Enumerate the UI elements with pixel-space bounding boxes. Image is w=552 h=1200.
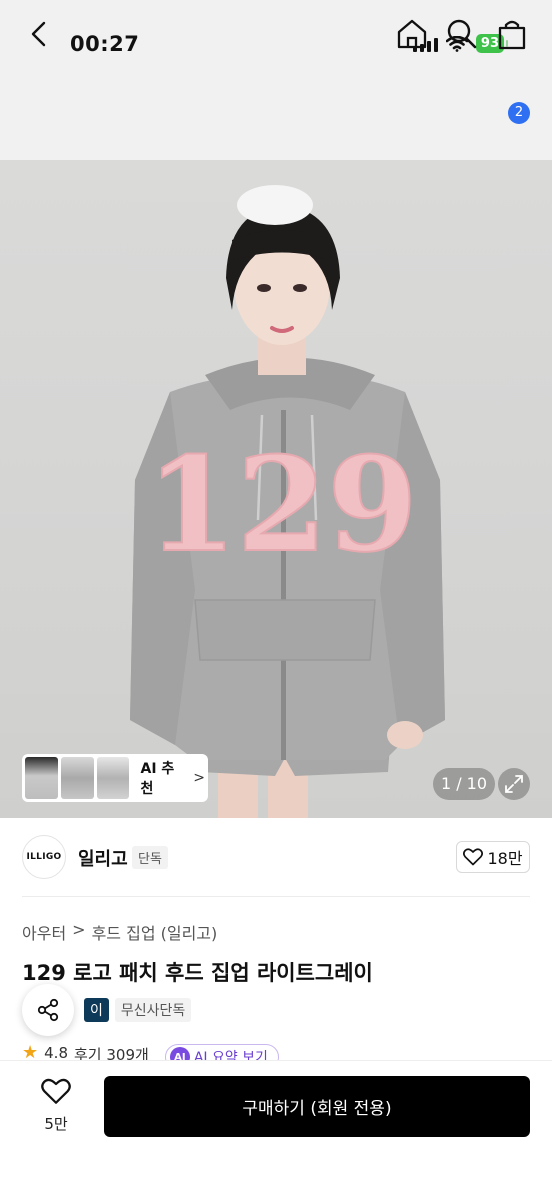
chevron-right-icon: > — [193, 770, 205, 786]
breadcrumb-separator: > — [72, 920, 86, 939]
ai-recommend-label: AI 추천 — [140, 761, 175, 797]
model-photo: 129 — [130, 185, 445, 818]
breadcrumb-category[interactable]: 아우터 — [22, 920, 66, 944]
expand-icon[interactable] — [498, 768, 530, 800]
brand-name[interactable]: 일리고 — [78, 845, 128, 871]
buy-button[interactable]: 구매하기 (회원 전용) — [104, 1076, 530, 1137]
review-count[interactable]: 후기 309개 — [74, 1044, 149, 1060]
brand-like-count: 18만 — [487, 849, 523, 868]
brand-logo[interactable]: ILLIGO — [22, 835, 66, 879]
cart-icon[interactable] — [494, 16, 530, 52]
musinsa-exclusive-tag: 무신사단독 — [114, 998, 192, 1022]
status-time: 00:27 — [70, 32, 140, 56]
image-counter: 1 / 10 — [433, 768, 495, 800]
thumbnail-3[interactable] — [96, 757, 130, 799]
wishlist-count: 5만 — [44, 1115, 68, 1133]
rating-row[interactable]: ★ 4.8 후기 309개 AI AI 요약 보기 — [22, 1044, 279, 1060]
star-icon: ★ — [22, 1044, 39, 1060]
exclusive-tag: 단독 — [132, 846, 168, 869]
breadcrumb: 아우터 > 후드 집업 (일리고) — [22, 920, 217, 944]
cart-badge: 2 — [508, 102, 530, 124]
ai-icon: AI — [169, 1047, 190, 1060]
breadcrumb-subcategory[interactable]: 후드 집업 (일리고) — [92, 920, 218, 944]
ai-summary-label: AI 요약 보기 — [193, 1050, 268, 1060]
share-icon — [37, 998, 59, 1022]
share-button[interactable] — [22, 984, 74, 1036]
rating-value: 4.8 — [44, 1044, 68, 1060]
wishlist-button[interactable]: 5만 — [28, 1078, 84, 1134]
back-icon[interactable] — [24, 18, 56, 50]
thumbnail-1[interactable] — [25, 757, 58, 799]
heart-icon — [41, 1078, 71, 1104]
partial-tag: 이 — [84, 998, 109, 1022]
nav-bar — [0, 88, 552, 160]
ai-summary-button[interactable]: AI AI 요약 보기 — [164, 1044, 279, 1060]
heart-icon — [463, 848, 484, 866]
search-icon[interactable] — [444, 16, 480, 52]
hoodie-print: 129 — [146, 428, 417, 581]
thumbnail-2[interactable] — [60, 757, 94, 799]
ai-recommend-strip[interactable]: AI 추천 > — [22, 754, 208, 802]
product-title: 129 로고 패치 후드 집업 라이트그레이 — [22, 961, 373, 985]
divider — [22, 896, 530, 897]
product-image[interactable]: 129 — [0, 160, 552, 818]
home-icon[interactable] — [394, 16, 430, 52]
brand-like-button[interactable]: 18만 — [456, 841, 530, 873]
